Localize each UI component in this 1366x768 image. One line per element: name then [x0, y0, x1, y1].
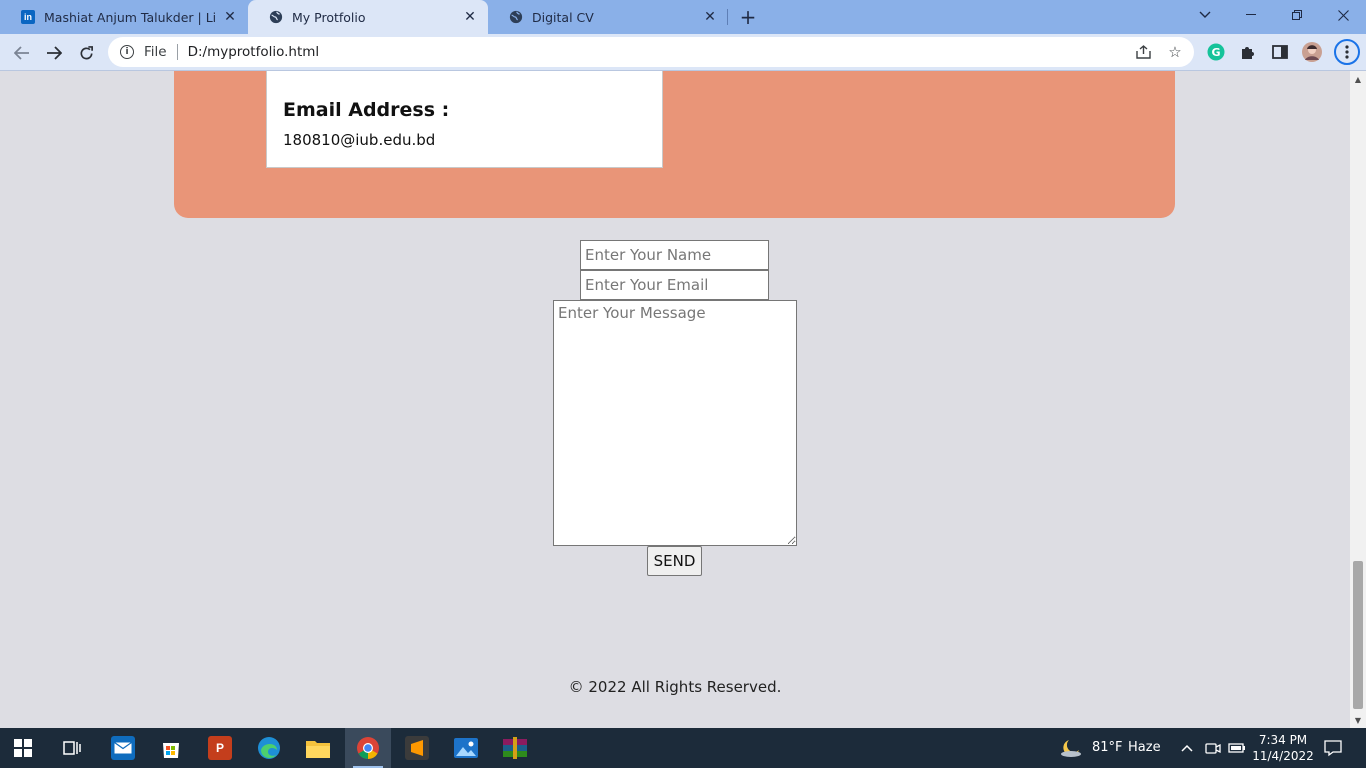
taskbar-clock[interactable]: 7:34 PM 11/4/2022	[1250, 732, 1316, 764]
windows-taskbar: P 81°F Haze 7:34 PM 11/4/2022	[0, 728, 1366, 768]
browser-tab-strip: in Mashiat Anjum Talukder | LinkedIn ✕ M…	[0, 0, 1366, 34]
svg-text:G: G	[1211, 46, 1220, 59]
new-tab-button[interactable]: +	[736, 5, 760, 29]
tab-linkedin[interactable]: in Mashiat Anjum Talukder | LinkedIn ✕	[0, 0, 248, 34]
info-icon[interactable]: i	[120, 45, 134, 59]
scroll-down-arrow-icon[interactable]: ▼	[1350, 712, 1366, 728]
extensions-puzzle-icon[interactable]	[1238, 42, 1258, 62]
url-text[interactable]: D:/myprotfolio.html	[188, 44, 320, 60]
notification-center-icon[interactable]	[1324, 739, 1342, 757]
photos-icon[interactable]	[443, 728, 489, 768]
weather-temperature[interactable]: 81°F	[1092, 740, 1123, 755]
meet-now-icon[interactable]	[1205, 740, 1221, 756]
scrollbar-thumb[interactable]	[1353, 561, 1363, 709]
email-heading: Email Address :	[283, 99, 450, 121]
show-hidden-icons-chevron-icon[interactable]	[1180, 740, 1196, 756]
profile-avatar[interactable]	[1302, 42, 1322, 62]
windows-start-button[interactable]	[0, 728, 46, 768]
tab-my-protfolio[interactable]: My Protfolio ✕	[248, 0, 488, 34]
close-icon[interactable]: ✕	[462, 9, 478, 25]
omnibox-divider	[176, 44, 178, 60]
edge-icon[interactable]	[246, 728, 292, 768]
email-input[interactable]	[580, 270, 769, 300]
scroll-up-arrow-icon[interactable]: ▲	[1350, 71, 1366, 87]
minimize-button[interactable]	[1228, 0, 1274, 30]
page-scrollbar[interactable]: ▲ ▼	[1350, 71, 1366, 728]
microsoft-store-icon[interactable]	[148, 728, 194, 768]
battery-icon[interactable]	[1228, 740, 1246, 756]
message-textarea[interactable]	[553, 300, 797, 546]
tab-digital-cv[interactable]: Digital CV ✕	[488, 0, 728, 34]
contact-card: Email Address : 180810@iub.edu.bd	[174, 71, 1175, 218]
tab-title: My Protfolio	[292, 9, 366, 25]
tab-title: Mashiat Anjum Talukder | LinkedIn	[44, 9, 216, 25]
clock-time: 7:34 PM	[1258, 733, 1308, 747]
globe-icon	[508, 9, 524, 25]
mail-icon[interactable]	[100, 728, 146, 768]
side-panel-icon[interactable]	[1270, 42, 1290, 62]
email-info-box: Email Address : 180810@iub.edu.bd	[266, 71, 663, 168]
close-icon[interactable]: ✕	[222, 9, 238, 25]
winrar-icon[interactable]	[492, 728, 538, 768]
weather-description[interactable]: Haze	[1128, 740, 1161, 755]
address-bar[interactable]: i File D:/myprotfolio.html ☆	[108, 37, 1194, 67]
share-icon[interactable]	[1130, 37, 1156, 67]
weather-moon-icon[interactable]	[1060, 738, 1082, 758]
file-explorer-icon[interactable]	[295, 728, 341, 768]
linkedin-icon: in	[20, 9, 36, 25]
sublime-text-icon[interactable]	[394, 728, 440, 768]
close-icon[interactable]: ✕	[702, 9, 718, 25]
back-button[interactable]	[8, 39, 36, 67]
powerpoint-icon[interactable]: P	[197, 728, 243, 768]
bookmark-star-icon[interactable]: ☆	[1162, 37, 1188, 67]
footer-copyright: © 2022 All Rights Reserved.	[568, 678, 782, 696]
reload-button[interactable]	[72, 39, 100, 67]
email-address-text: 180810@iub.edu.bd	[283, 131, 436, 149]
grammarly-icon[interactable]: G	[1206, 42, 1226, 62]
clock-date: 11/4/2022	[1252, 749, 1314, 763]
scheme-label: File	[144, 44, 167, 60]
name-input[interactable]	[580, 240, 769, 270]
tab-separator	[727, 9, 728, 25]
task-view-icon[interactable]	[48, 728, 94, 768]
forward-button[interactable]	[40, 39, 68, 67]
send-button[interactable]: SEND	[647, 546, 702, 576]
close-window-button[interactable]	[1320, 0, 1366, 30]
tab-search-icon[interactable]	[1182, 0, 1228, 30]
globe-icon	[268, 9, 284, 25]
chrome-taskbar-icon[interactable]	[345, 728, 391, 768]
page-viewport: Email Address : 180810@iub.edu.bd SEND ©…	[0, 71, 1350, 728]
browser-toolbar: i File D:/myprotfolio.html ☆ G	[0, 34, 1366, 71]
tab-title: Digital CV	[532, 9, 594, 25]
restore-button[interactable]	[1274, 0, 1320, 30]
chrome-menu-button[interactable]	[1334, 39, 1360, 65]
